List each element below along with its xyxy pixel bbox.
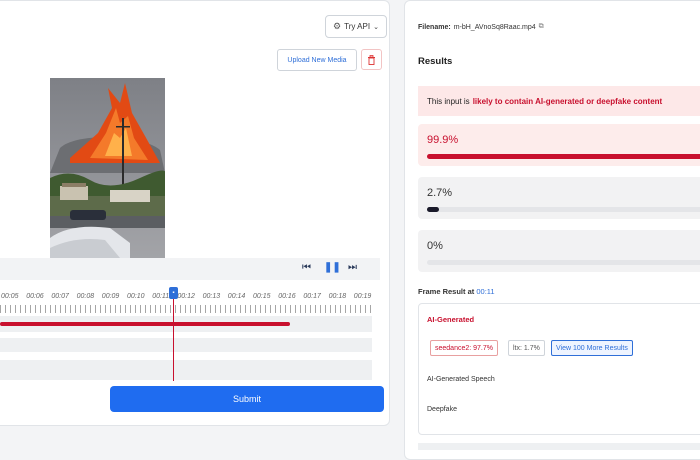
timeline-time-label: 00:19 (353, 293, 372, 300)
verdict-prefix: This input is (427, 96, 470, 106)
score-card-speech: 2.7% (418, 177, 700, 219)
skip-back-icon[interactable]: ⏮ (302, 262, 311, 273)
timeline-time-label: 00:08 (76, 293, 95, 300)
timeline-time-label: 00:14 (227, 293, 246, 300)
view-more-results-button[interactable]: View 100 More Results (551, 340, 633, 356)
timeline-time-label: 00:16 (278, 293, 296, 300)
playhead-line (173, 298, 174, 381)
timeline-time-label: 00:13 (202, 293, 221, 300)
score-value: 0% (427, 240, 443, 252)
timeline-time-label: 00:11 (152, 293, 170, 300)
score-fill (427, 154, 700, 159)
trash-icon (368, 54, 375, 65)
video-preview[interactable] (50, 78, 165, 258)
timeline-track-2 (0, 338, 372, 352)
timeline-time-label: 00:07 (51, 293, 69, 300)
ai-generated-speech-label: AI-Generated Speech (427, 376, 495, 383)
score-value: 99.9% (427, 134, 459, 146)
verdict-banner: This input is likely to contain AI-gener… (418, 86, 700, 116)
timeline-time-label: 00:15 (253, 293, 271, 300)
gear-icon: ⚙ (333, 21, 342, 31)
copy-icon[interactable]: ⧉ (539, 23, 544, 31)
timeline-time-label: 00:06 (26, 293, 44, 300)
frame-result-time[interactable]: 00:11 (476, 287, 494, 296)
timeline-labels: 00:05 00:06 00:07 00:08 00:09 00:10 00:11 00:12… (0, 293, 380, 305)
frame-result-title: Frame Result at 00:11 (418, 287, 495, 296)
chevron-down-icon: ⌄ (373, 23, 379, 31)
score-value: 2.7% (427, 187, 453, 199)
submit-button[interactable]: Submit (110, 386, 384, 412)
timeline-time-label: 00:05 (1, 293, 19, 300)
timeline-ticks (0, 305, 372, 313)
try-api-button[interactable]: ⚙ Try API ⌄ (325, 15, 387, 38)
filename-value: m-bH_AVnoSq8Raac.mp4 (453, 23, 536, 31)
playhead-handle[interactable]: ▪ (169, 287, 178, 299)
score-track (427, 154, 700, 159)
skip-forward-icon[interactable]: ⏭ (348, 262, 357, 273)
model-chip-seedance2[interactable]: seedance2: 97.7% (430, 340, 498, 356)
next-section-strip (418, 443, 700, 450)
deepfake-label: Deepfake (427, 406, 457, 413)
ai-generated-label: AI-Generated (427, 315, 475, 324)
results-title: Results (418, 56, 453, 67)
detection-coverage-bar (0, 322, 291, 326)
frame-result-label: Frame Result at (418, 287, 475, 296)
score-track (427, 260, 700, 265)
score-track (427, 207, 700, 212)
try-api-label: Try API (344, 22, 371, 31)
score-card-deepfake: 0% (418, 230, 700, 272)
video-frame-image (50, 78, 165, 258)
player-controls-bar (0, 258, 380, 280)
pause-icon[interactable]: ❚❚ (324, 262, 341, 273)
model-chip-ltx[interactable]: ltx: 1.7% (508, 340, 545, 356)
timeline-track-3 (0, 360, 372, 380)
score-fill (427, 207, 439, 212)
timeline-time-label: 00:09 (101, 293, 120, 300)
filename-row: Filename: m-bH_AVnoSq8Raac.mp4 ⧉ (418, 23, 544, 31)
timeline-time-label: 00:12 (177, 293, 195, 300)
filename-label: Filename: (418, 23, 451, 31)
delete-media-button[interactable] (361, 49, 382, 70)
verdict-highlight: likely to contain AI-generated or deepfa… (472, 96, 663, 106)
timeline-time-label: 00:17 (303, 293, 321, 300)
score-card-ai-generated: 99.9% (418, 124, 700, 166)
upload-new-media-button[interactable]: Upload New Media (277, 49, 357, 71)
timeline-time-label: 00:10 (127, 293, 145, 300)
timeline-time-label: 00:18 (328, 293, 347, 300)
